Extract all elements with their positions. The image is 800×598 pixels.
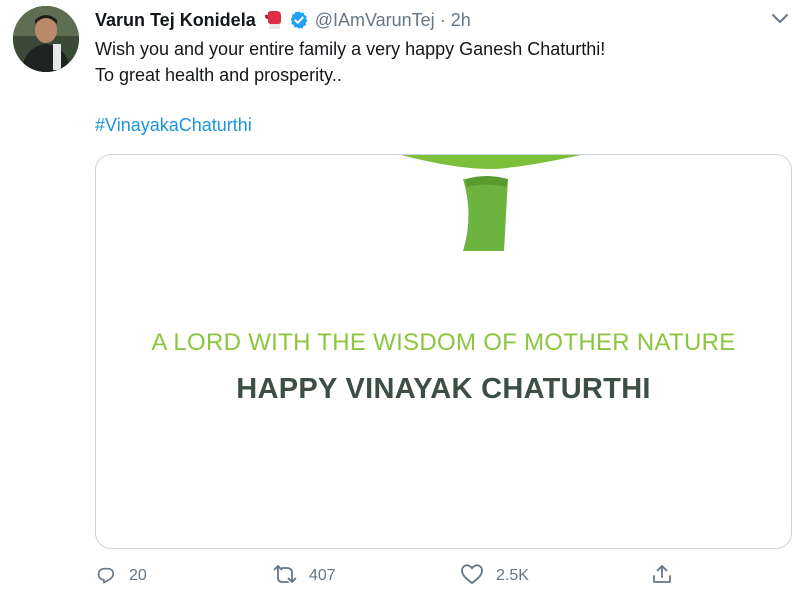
retweet-count: 407 <box>309 567 336 584</box>
author-name[interactable]: Varun Tej Konidela <box>95 10 256 31</box>
media-card[interactable]: A LORD WITH THE WISDOM OF MOTHER NATURE … <box>95 154 792 549</box>
reply-icon <box>95 563 117 590</box>
retweet-icon <box>273 563 297 590</box>
avatar[interactable] <box>13 6 79 72</box>
heart-icon <box>460 563 484 590</box>
header-separator: · <box>439 9 446 30</box>
verified-badge-icon <box>289 10 309 30</box>
tweet-header: Varun Tej Konidela @IAmVarunTej · 2h <box>95 6 471 34</box>
hashtag-link[interactable]: #VinayakaChaturthi <box>95 115 252 136</box>
share-icon <box>651 563 673 590</box>
author-handle[interactable]: @IAmVarunTej <box>315 10 435 31</box>
card-headline: HAPPY VINAYAK CHATURTHI <box>236 373 651 405</box>
card-tagline: A LORD WITH THE WISDOM OF MOTHER NATURE <box>151 329 736 356</box>
tweet-text-line: Wish you and your entire family a very h… <box>95 39 606 59</box>
chevron-down-icon[interactable] <box>768 9 792 29</box>
reply-button[interactable]: 20 <box>95 562 147 590</box>
tweet-timestamp[interactable]: 2h <box>451 10 471 31</box>
tweet-text: Wish you and your entire family a very h… <box>95 36 785 88</box>
share-button[interactable] <box>651 562 673 590</box>
tweet-actions: 20 407 2.5K <box>95 562 785 590</box>
like-button[interactable]: 2.5K <box>460 562 529 590</box>
reply-count: 20 <box>129 567 147 584</box>
retweet-button[interactable]: 407 <box>273 562 336 590</box>
boxing-glove-icon <box>264 10 284 30</box>
tweet-text-line: To great health and prosperity.. <box>95 65 342 85</box>
like-count: 2.5K <box>496 567 529 584</box>
tweet: Varun Tej Konidela @IAmVarunTej · 2h Wis… <box>0 0 800 598</box>
